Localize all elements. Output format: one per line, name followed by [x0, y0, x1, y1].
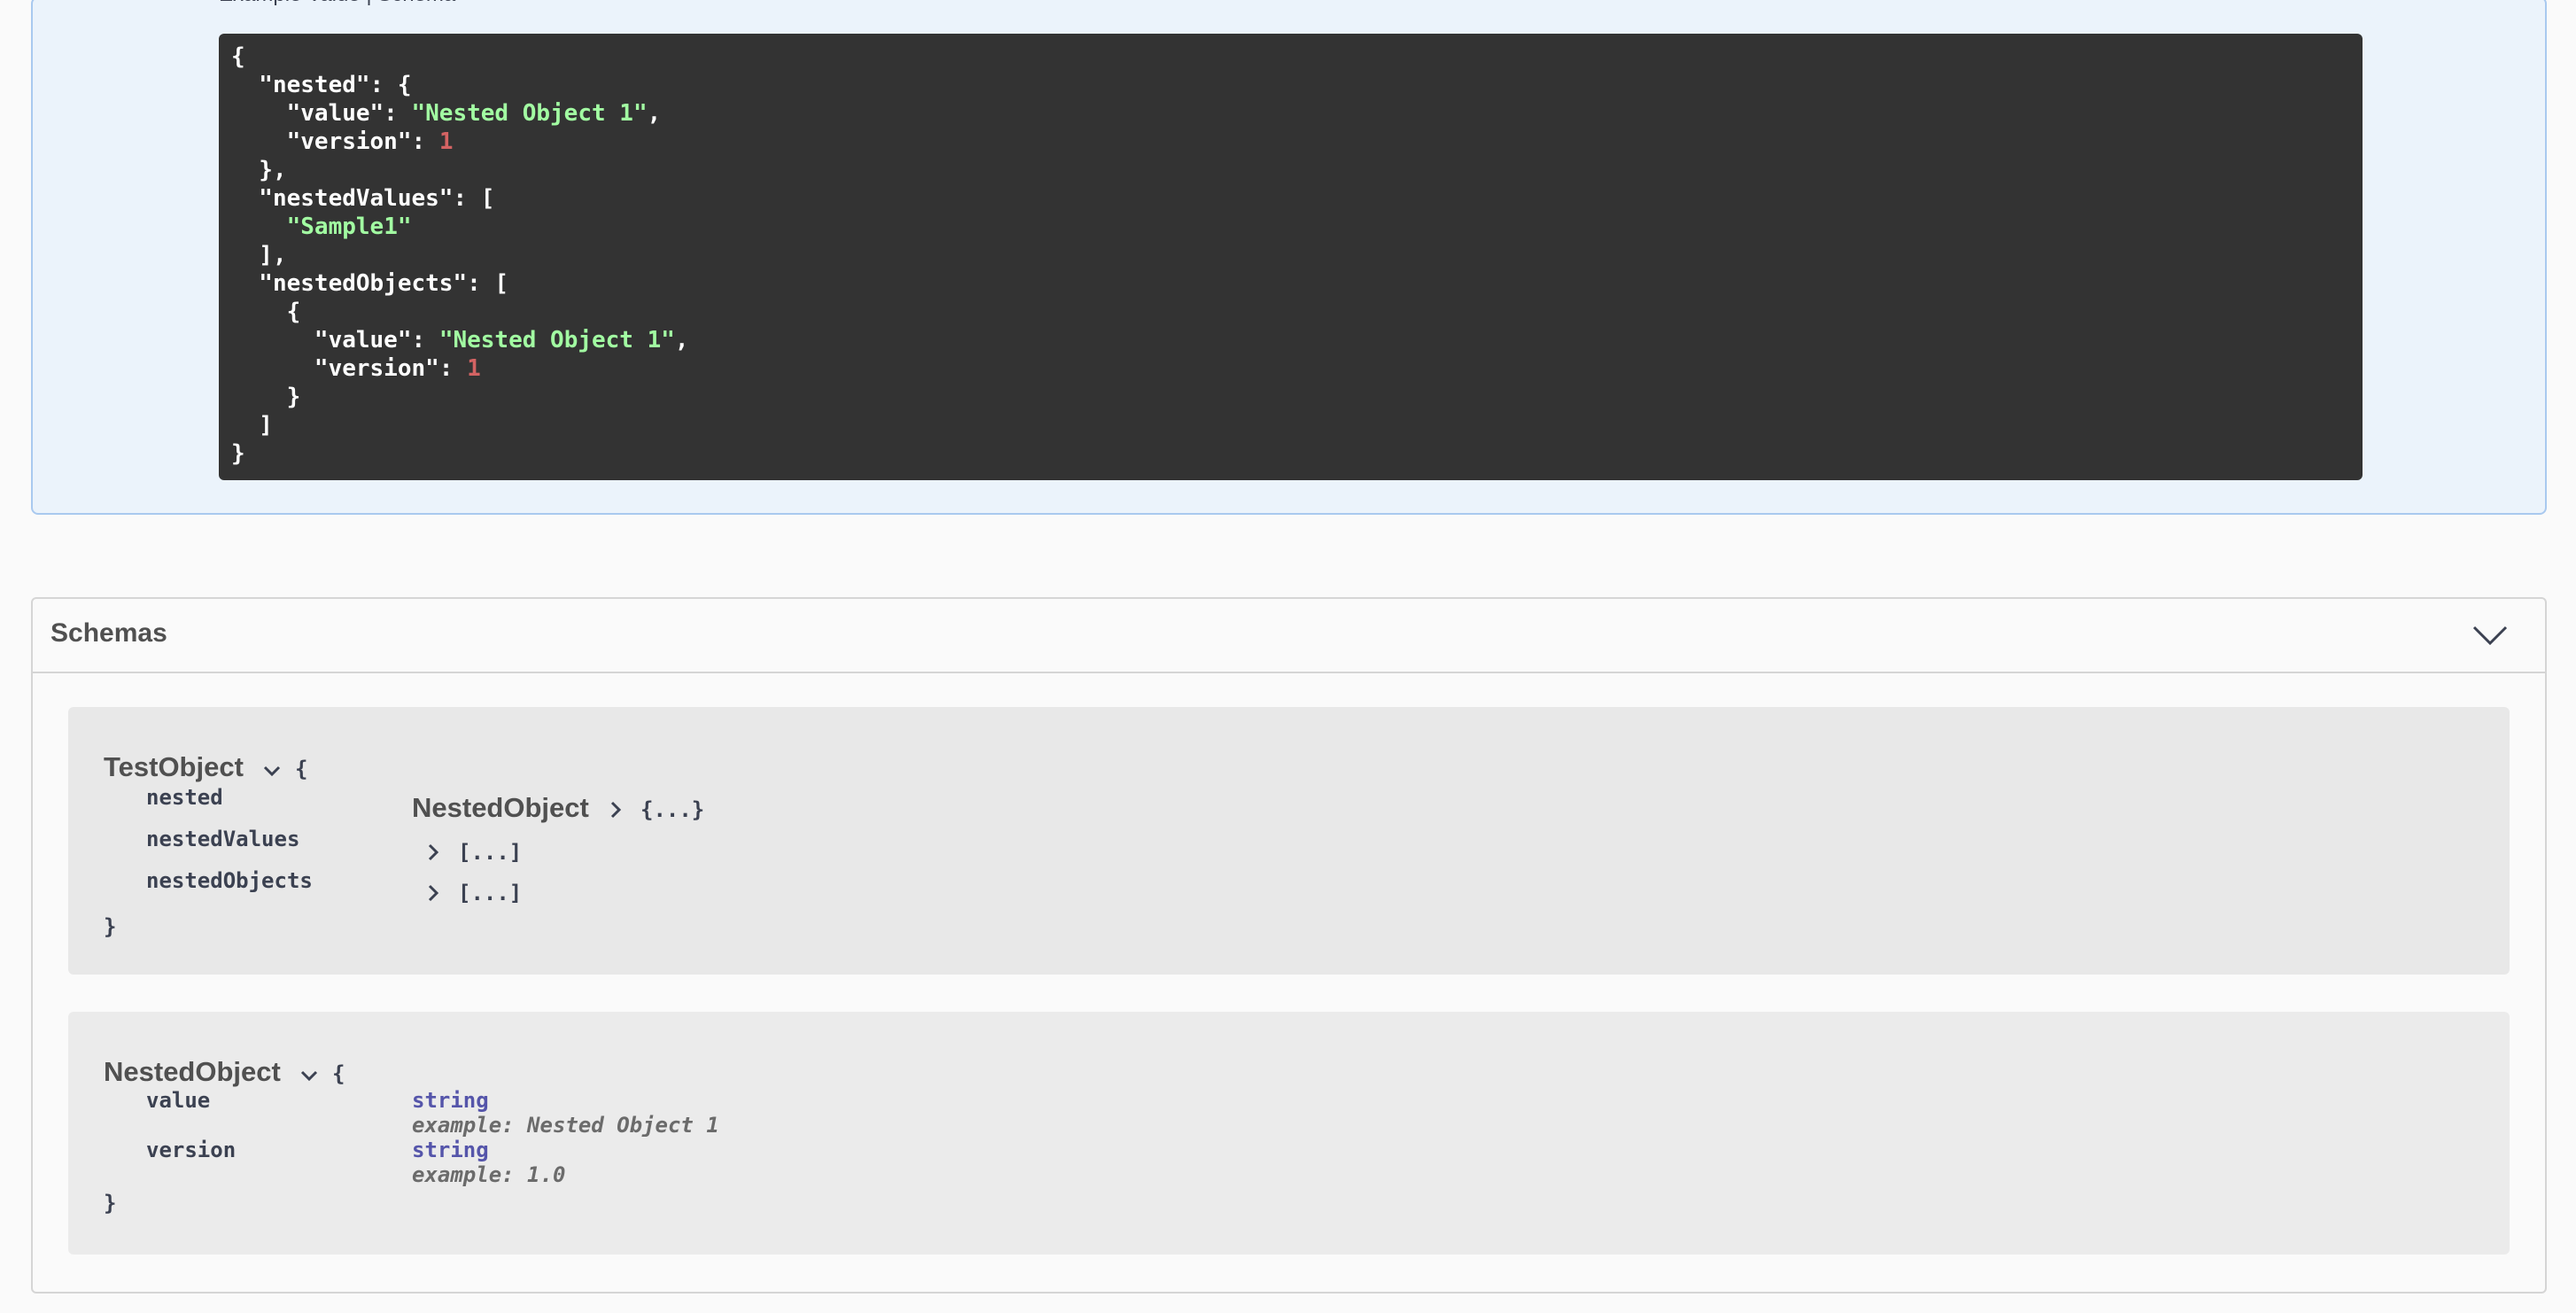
chevron-down-icon[interactable] — [299, 1065, 320, 1086]
code-line: "value": "Nested Object 1", — [231, 100, 662, 127]
code-line: "value": "Nested Object 1", — [231, 327, 689, 354]
model-testobject: TestObject { nested nestedValues nestedO… — [68, 707, 2510, 975]
code-line: "nestedValues": [ — [231, 185, 494, 212]
property-name-nestedvalues: nestedValues — [146, 827, 300, 851]
code-token: ], — [231, 242, 287, 268]
property-type-version: string — [412, 1138, 489, 1162]
collapsed-array-nestedvalues[interactable]: [...] — [458, 840, 522, 865]
example-value-tab-label[interactable]: Example Value | Schema — [219, 0, 455, 7]
code-string-token: "Sample1" — [286, 214, 412, 240]
property-type-value: string — [412, 1088, 489, 1113]
model-nestedobject: NestedObject { value string example: Nes… — [68, 1012, 2510, 1255]
code-line: "version": 1 — [231, 355, 481, 382]
example-json-code-block: { "nested": { "value": "Nested Object 1"… — [219, 34, 2363, 480]
model-title-nestedobject[interactable]: NestedObject — [104, 1056, 281, 1088]
code-token: "value": — [231, 327, 439, 354]
property-name-value: value — [146, 1088, 211, 1113]
code-token: "version": — [231, 128, 439, 155]
collapsed-array-nestedobjects[interactable]: [...] — [458, 881, 522, 905]
open-brace: { — [295, 757, 308, 781]
code-line: "Sample1" — [231, 214, 412, 240]
code-token: } — [231, 440, 245, 467]
code-token: } — [231, 384, 301, 410]
code-token: { — [231, 43, 245, 70]
open-brace: { — [332, 1061, 345, 1086]
chevron-right-icon[interactable] — [423, 882, 444, 904]
code-string-token: "Nested Object 1" — [411, 100, 648, 127]
code-line: "nestedObjects": [ — [231, 270, 508, 297]
code-line: "version": 1 — [231, 128, 454, 155]
close-brace: } — [104, 914, 117, 939]
code-token: }, — [231, 157, 287, 183]
close-brace: } — [104, 1191, 117, 1216]
code-line: ], — [231, 242, 287, 268]
chevron-right-icon[interactable] — [423, 842, 444, 863]
chevron-down-icon[interactable] — [261, 760, 283, 781]
schemas-section: Schemas TestObject { nested nestedValues… — [31, 597, 2547, 1294]
code-token: "nestedValues": [ — [231, 185, 495, 212]
code-token: ] — [231, 412, 273, 439]
property-example-value: example: Nested Object 1 — [412, 1113, 719, 1138]
response-example-panel: Example Value | Schema { "nested": { "va… — [31, 0, 2547, 515]
code-line: } — [231, 384, 301, 410]
code-token: "nestedObjects": [ — [231, 270, 509, 297]
code-line: { — [231, 299, 301, 325]
code-line: } — [231, 440, 245, 467]
code-string-token: "Nested Object 1" — [438, 327, 675, 354]
code-line: ] — [231, 412, 273, 439]
schemas-section-header[interactable]: Schemas — [33, 599, 2545, 673]
code-line: { — [231, 43, 245, 70]
chevron-right-icon[interactable] — [605, 799, 626, 820]
code-line: }, — [231, 157, 287, 183]
ref-title-nestedobject[interactable]: NestedObject — [412, 792, 589, 824]
example-json-text: { "nested": { "value": "Nested Object 1"… — [231, 43, 2350, 468]
property-name-version: version — [146, 1138, 237, 1162]
code-number-token: 1 — [438, 128, 454, 155]
code-token: "version": — [231, 355, 468, 382]
model-title-testobject[interactable]: TestObject — [104, 751, 244, 783]
code-line: "nested": { — [231, 72, 412, 98]
code-token: , — [647, 100, 662, 127]
code-number-token: 1 — [467, 355, 481, 382]
property-name-nestedobjects: nestedObjects — [146, 868, 313, 893]
property-name-nested: nested — [146, 785, 223, 810]
code-token: { — [231, 299, 301, 325]
code-token: "value": — [231, 100, 412, 127]
chevron-down-icon[interactable] — [2471, 622, 2510, 649]
collapsed-object-nested[interactable]: {...} — [640, 797, 704, 822]
schemas-title: Schemas — [50, 618, 167, 648]
property-example-version: example: 1.0 — [412, 1162, 566, 1187]
code-token: , — [674, 327, 689, 354]
code-token: "nested": { — [231, 72, 412, 98]
